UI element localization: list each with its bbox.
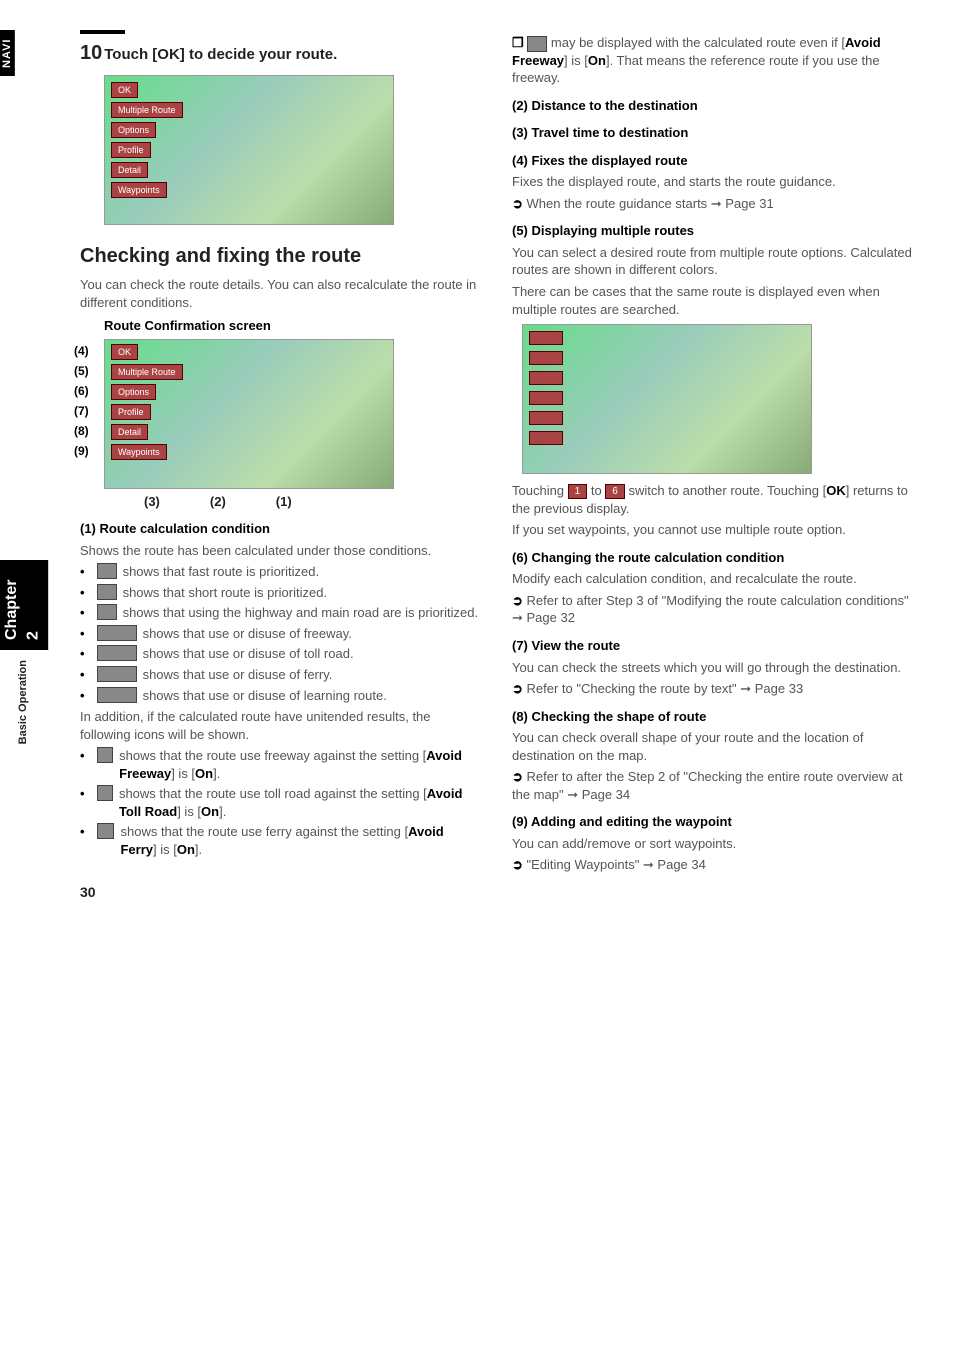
list-item: shows that the route use toll road again… (80, 785, 482, 820)
callout: (1) (276, 493, 292, 511)
freeway-ref-icon (527, 36, 547, 52)
shot-btn: Profile (111, 404, 151, 420)
shot-btn: Waypoints (111, 182, 167, 198)
callout: (8) (74, 423, 89, 439)
callout: (2) (210, 493, 226, 511)
h8-ref: Refer to after the Step 2 of "Checking t… (512, 768, 914, 803)
shot-btn: Multiple Route (111, 102, 183, 118)
route-option-2 (529, 351, 563, 365)
ferry-toggle-icon (97, 666, 137, 682)
callout: (5) (74, 363, 89, 379)
list-item: shows that short route is prioritized. (80, 584, 482, 602)
navi-tab: NAVI (0, 30, 15, 76)
h9: (9) Adding and editing the waypoint (512, 813, 914, 831)
fast-route-icon (97, 563, 117, 579)
list-item: shows that using the highway and main ro… (80, 604, 482, 622)
h4-body: Fixes the displayed route, and starts th… (512, 173, 914, 191)
h2: (2) Distance to the destination (512, 97, 914, 115)
shot-btn: OK (111, 82, 138, 98)
section-intro: You can check the route details. You can… (80, 276, 482, 311)
step-text: Touch [OK] to decide your route. (104, 46, 337, 63)
step-heading: 10Touch [OK] to decide your route. (80, 40, 482, 67)
page-number: 30 (80, 883, 96, 902)
h1-body: Shows the route has been calculated unde… (80, 542, 482, 560)
h1-route-calc: (1) Route calculation condition (80, 520, 482, 538)
route-option-3 (529, 371, 563, 385)
h5-body2: There can be cases that the same route i… (512, 283, 914, 318)
section-title: Checking and fixing the route (80, 243, 482, 270)
highway-icon (97, 604, 117, 620)
callout: (4) (74, 343, 89, 359)
list-item: shows that fast route is prioritized. (80, 563, 482, 581)
h6-ref: Refer to after Step 3 of "Modifying the … (512, 592, 914, 627)
learning-toggle-icon (97, 687, 137, 703)
conf-title: Route Confirmation screen (104, 317, 482, 335)
ferry-warn-icon (97, 823, 115, 839)
chapter-tab: Chapter 2 (0, 560, 49, 650)
freeway-toggle-icon (97, 625, 137, 641)
route-pill-6: 6 (605, 484, 625, 500)
shot-btn: Options (111, 384, 156, 400)
h8: (8) Checking the shape of route (512, 708, 914, 726)
callout: (6) (74, 383, 89, 399)
h7: (7) View the route (512, 637, 914, 655)
basic-operation-label: Basic Operation (16, 660, 31, 744)
touching-text: Touching 1 to 6 switch to another route.… (512, 482, 914, 517)
list-item: shows that the route use ferry against t… (80, 823, 482, 858)
list-item: shows that use or disuse of freeway. (80, 625, 482, 643)
route-pill-1: 1 (568, 484, 588, 500)
callout: (7) (74, 403, 89, 419)
h4-ref: When the route guidance starts ➞ Page 31 (512, 195, 914, 213)
h4: (4) Fixes the displayed route (512, 152, 914, 170)
shot-btn: Options (111, 122, 156, 138)
h5-body1: You can select a desired route from mult… (512, 244, 914, 279)
additional-text: In addition, if the calculated route hav… (80, 708, 482, 743)
callout: (3) (144, 493, 160, 511)
h8-body: You can check overall shape of your rout… (512, 729, 914, 764)
shot-btn: OK (111, 344, 138, 360)
callout: (9) (74, 443, 89, 459)
list-item: shows that use or disuse of toll road. (80, 645, 482, 663)
h7-body: You can check the streets which you will… (512, 659, 914, 677)
waypoint-note: If you set waypoints, you cannot use mul… (512, 521, 914, 539)
route-option-1 (529, 331, 563, 345)
route-option-6 (529, 431, 563, 445)
multi-route-screenshot (522, 324, 812, 474)
list-item: shows that the route use freeway against… (80, 747, 482, 782)
h9-body: You can add/remove or sort waypoints. (512, 835, 914, 853)
list-item: shows that use or disuse of ferry. (80, 666, 482, 684)
section-rule (80, 30, 125, 34)
h5: (5) Displaying multiple routes (512, 222, 914, 240)
step-number: 10 (80, 42, 102, 64)
route-option-4 (529, 391, 563, 405)
short-route-icon (97, 584, 117, 600)
shot-btn: Multiple Route (111, 364, 183, 380)
shot-btn: Detail (111, 162, 148, 178)
toll-warn-icon (97, 785, 113, 801)
route-ok-screenshot: OK Multiple Route Options Profile Detail… (104, 75, 394, 225)
route-confirm-screenshot: (4) (5) (6) (7) (8) (9) OK Multiple Rout… (104, 339, 482, 511)
shot-btn: Detail (111, 424, 148, 440)
note-freeway: may be displayed with the calculated rou… (512, 34, 914, 87)
h7-ref: Refer to "Checking the route by text" ➞ … (512, 680, 914, 698)
list-item: shows that use or disuse of learning rou… (80, 687, 482, 705)
h6: (6) Changing the route calculation condi… (512, 549, 914, 567)
shot-btn: Profile (111, 142, 151, 158)
h9-ref: "Editing Waypoints" ➞ Page 34 (512, 856, 914, 874)
toll-toggle-icon (97, 645, 137, 661)
shot-btn: Waypoints (111, 444, 167, 460)
h3: (3) Travel time to destination (512, 124, 914, 142)
h6-body: Modify each calculation condition, and r… (512, 570, 914, 588)
freeway-warn-icon (97, 747, 114, 763)
route-option-5 (529, 411, 563, 425)
